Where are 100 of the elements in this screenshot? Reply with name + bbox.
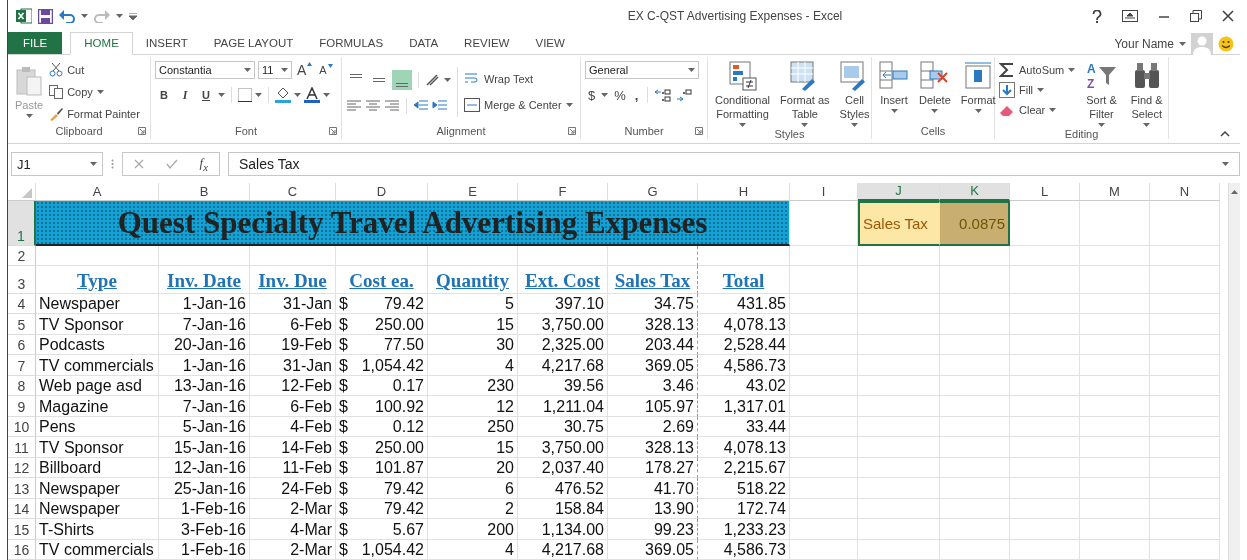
ribbon-button[interactable]: Insert xyxy=(876,61,912,114)
row-header[interactable]: 4 xyxy=(8,294,36,315)
caret-icon[interactable] xyxy=(565,102,573,108)
caret-icon[interactable] xyxy=(801,123,809,128)
ribbon-button[interactable]: Wrap Text xyxy=(464,70,573,88)
row-header[interactable]: 2 xyxy=(8,245,36,267)
font-name-field[interactable]: Constantia xyxy=(155,61,255,79)
caret-icon[interactable] xyxy=(739,123,746,128)
row-header[interactable]: 1 xyxy=(8,201,36,246)
caret-icon[interactable] xyxy=(90,161,97,167)
ribbon-button[interactable]: Fill xyxy=(999,81,1076,99)
column-header[interactable]: L xyxy=(1010,183,1080,201)
number-format-field[interactable]: General xyxy=(585,61,699,79)
row-header[interactable]: 11 xyxy=(8,437,36,458)
scroll-up-icon[interactable] xyxy=(1231,189,1238,194)
insert-function-button[interactable]: f$_{x}$ xyxy=(199,155,209,173)
column-header[interactable]: N xyxy=(1150,183,1220,201)
ribbon-button[interactable]: Clear xyxy=(999,101,1076,119)
caret-icon[interactable] xyxy=(851,123,859,128)
ribbon-tab[interactable]: FORMULAS xyxy=(306,32,397,54)
dialog-launcher-icon[interactable] xyxy=(329,127,337,135)
row-header[interactable]: 16 xyxy=(8,539,36,560)
font-style-button[interactable]: U xyxy=(197,89,215,101)
borders-icon[interactable] xyxy=(238,88,252,102)
font-size-field[interactable]: 11 xyxy=(258,61,292,79)
ribbon-button[interactable]: Cell Styles xyxy=(836,61,873,128)
ribbon-button[interactable]: Merge & Center xyxy=(464,96,573,114)
caret-icon[interactable] xyxy=(218,92,225,98)
ribbon-tab[interactable]: HOME xyxy=(70,32,133,55)
caret-icon[interactable] xyxy=(294,92,301,98)
increase-decimal-icon[interactable] xyxy=(654,88,673,102)
row-header[interactable]: 12 xyxy=(8,457,36,479)
formula-field[interactable]: Sales Tax xyxy=(228,152,1240,176)
save-icon[interactable] xyxy=(38,8,53,24)
name-box[interactable]: J1 xyxy=(11,152,103,176)
ribbon-tab[interactable]: INSERT xyxy=(132,32,201,54)
row-header[interactable]: 15 xyxy=(8,519,36,540)
bottom-align-button[interactable] xyxy=(392,70,412,90)
row-header[interactable]: 3 xyxy=(8,266,36,294)
grow-font-button[interactable]: A xyxy=(295,62,315,78)
font-color-icon[interactable] xyxy=(304,87,320,103)
vertical-scrollbar[interactable] xyxy=(1228,183,1240,560)
caret-icon[interactable] xyxy=(1098,123,1106,128)
caret-icon[interactable] xyxy=(25,113,33,119)
ribbon-button[interactable]: Format xyxy=(957,61,999,114)
excel-logo-icon[interactable] xyxy=(16,8,32,24)
column-header[interactable]: M xyxy=(1080,183,1150,201)
ribbon-button[interactable]: Copy xyxy=(49,83,140,101)
ribbon-button[interactable]: AutoSum xyxy=(999,61,1076,79)
caret-icon[interactable] xyxy=(323,92,330,98)
decrease-decimal-icon[interactable] xyxy=(675,88,694,102)
ribbon-tab[interactable]: REVIEW xyxy=(451,32,523,54)
currency-button[interactable]: $ xyxy=(585,87,599,103)
caret-icon[interactable] xyxy=(931,109,939,114)
font-style-button[interactable]: B xyxy=(155,89,173,101)
font-style-button[interactable]: I xyxy=(176,87,194,103)
smiley-icon[interactable] xyxy=(1218,36,1234,52)
column-header[interactable]: J xyxy=(858,183,940,201)
caret-icon[interactable] xyxy=(116,13,123,19)
dialog-launcher-icon[interactable] xyxy=(695,127,703,135)
caret-icon[interactable] xyxy=(1068,67,1076,73)
ribbon-tab[interactable]: DATA xyxy=(396,32,452,54)
ribbon-button[interactable]: Conditional Formatting xyxy=(712,61,774,128)
caret-icon[interactable] xyxy=(81,13,88,19)
row-header[interactable]: 14 xyxy=(8,498,36,520)
orientation-icon[interactable] xyxy=(425,73,441,87)
row-header[interactable]: 6 xyxy=(8,334,36,356)
dialog-launcher-icon[interactable] xyxy=(138,127,146,135)
comma-style-button[interactable]: , xyxy=(631,87,642,103)
caret-icon[interactable] xyxy=(1049,107,1057,113)
caret-icon[interactable] xyxy=(281,67,288,73)
caret-icon[interactable] xyxy=(1222,161,1229,167)
close-icon[interactable] xyxy=(1222,10,1234,22)
row-header[interactable]: 10 xyxy=(8,416,36,438)
user-name[interactable]: Your Name xyxy=(1114,37,1174,51)
row-header[interactable]: 8 xyxy=(8,375,36,397)
collapse-ribbon-icon[interactable] xyxy=(1220,130,1230,137)
ribbon-tab[interactable]: PAGE LAYOUT xyxy=(200,32,307,54)
shrink-font-button[interactable]: A xyxy=(317,64,335,76)
dialog-launcher-icon[interactable] xyxy=(568,127,576,135)
ribbon-button[interactable]: Find & Select xyxy=(1127,61,1166,128)
caret-icon[interactable] xyxy=(1179,41,1186,47)
increase-indent-icon[interactable] xyxy=(432,99,448,113)
restore-icon[interactable] xyxy=(1190,10,1202,22)
ribbon-button[interactable]: Cut xyxy=(49,61,140,79)
caret-icon[interactable] xyxy=(444,77,451,83)
customize-icon[interactable] xyxy=(129,12,137,20)
row-header[interactable]: 5 xyxy=(8,314,36,335)
fill-color-icon[interactable] xyxy=(275,87,291,103)
ribbon-tab[interactable]: VIEW xyxy=(522,32,578,54)
caret-icon[interactable] xyxy=(601,92,609,98)
ribbon-button[interactable]: A Z Sort & Filter xyxy=(1083,61,1120,128)
decrease-indent-icon[interactable] xyxy=(413,99,429,113)
help-icon[interactable] xyxy=(1092,9,1102,23)
caret-icon[interactable] xyxy=(244,67,251,73)
ribbon-button[interactable]: Delete xyxy=(916,61,954,114)
row-header[interactable]: 7 xyxy=(8,355,36,376)
caret-icon[interactable] xyxy=(688,67,695,73)
percent-button[interactable]: % xyxy=(611,87,629,103)
ribbon-button[interactable]: Format Painter xyxy=(49,105,140,123)
